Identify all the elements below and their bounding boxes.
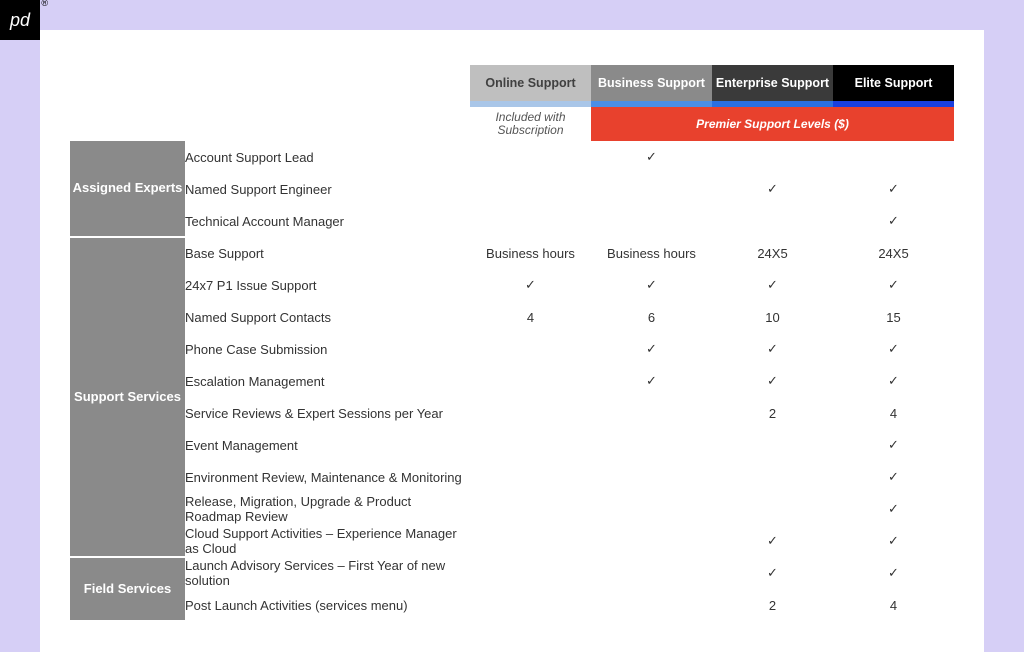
feature-cell: Environment Review, Maintenance & Monito… <box>185 461 470 493</box>
value-cell: ✓ <box>833 493 954 525</box>
value-cell: ✓ <box>591 269 712 301</box>
value-cell <box>712 205 833 237</box>
feature-cell: Account Support Lead <box>185 141 470 173</box>
value-cell: Business hours <box>470 237 591 269</box>
value-cell <box>712 141 833 173</box>
value-cell <box>591 589 712 621</box>
value-cell: ✓ <box>591 333 712 365</box>
category-cell: Support Services <box>70 237 185 557</box>
tier-header-1: Business Support <box>591 65 712 101</box>
value-cell: ✓ <box>712 557 833 589</box>
value-cell <box>712 461 833 493</box>
value-cell <box>712 493 833 525</box>
value-cell: ✓ <box>833 461 954 493</box>
value-cell <box>470 205 591 237</box>
value-cell: ✓ <box>712 525 833 557</box>
value-cell: 10 <box>712 301 833 333</box>
value-cell <box>591 461 712 493</box>
value-cell: ✓ <box>833 333 954 365</box>
value-cell <box>470 397 591 429</box>
value-cell <box>470 429 591 461</box>
value-cell <box>712 429 833 461</box>
value-cell: ✓ <box>833 525 954 557</box>
feature-cell: Technical Account Manager <box>185 205 470 237</box>
value-cell: ✓ <box>833 365 954 397</box>
value-cell: ✓ <box>833 269 954 301</box>
value-cell <box>470 461 591 493</box>
tier-header-0: Online Support <box>470 65 591 101</box>
value-cell <box>470 365 591 397</box>
subheader-included: Included with Subscription <box>470 107 591 141</box>
tier-header-3: Elite Support <box>833 65 954 101</box>
value-cell <box>470 557 591 589</box>
subheader-premier: Premier Support Levels ($) <box>591 107 954 141</box>
value-cell <box>470 141 591 173</box>
value-cell: ✓ <box>712 173 833 205</box>
value-cell: ✓ <box>712 333 833 365</box>
value-cell: 2 <box>712 589 833 621</box>
feature-cell: Named Support Engineer <box>185 173 470 205</box>
feature-cell: Event Management <box>185 429 470 461</box>
feature-cell: Post Launch Activities (services menu) <box>185 589 470 621</box>
value-cell: ✓ <box>591 141 712 173</box>
tier-header-2: Enterprise Support <box>712 65 833 101</box>
value-cell <box>591 429 712 461</box>
comparison-table: Online SupportBusiness SupportEnterprise… <box>70 65 954 622</box>
feature-cell: Base Support <box>185 237 470 269</box>
value-cell: 15 <box>833 301 954 333</box>
value-cell <box>470 493 591 525</box>
value-cell <box>833 141 954 173</box>
category-cell: Field Services <box>70 557 185 621</box>
value-cell <box>591 493 712 525</box>
value-cell <box>591 557 712 589</box>
feature-cell: Launch Advisory Services – First Year of… <box>185 557 470 589</box>
value-cell: 6 <box>591 301 712 333</box>
feature-cell: Named Support Contacts <box>185 301 470 333</box>
feature-cell: 24x7 P1 Issue Support <box>185 269 470 301</box>
feature-cell: Cloud Support Activities – Experience Ma… <box>185 525 470 557</box>
category-cell: Assigned Experts <box>70 141 185 237</box>
value-cell: ✓ <box>833 205 954 237</box>
brand-logo: pd <box>0 0 40 40</box>
value-cell: ✓ <box>833 429 954 461</box>
feature-cell: Release, Migration, Upgrade & Product Ro… <box>185 493 470 525</box>
value-cell: ✓ <box>591 365 712 397</box>
value-cell: 4 <box>470 301 591 333</box>
value-cell: ✓ <box>833 557 954 589</box>
value-cell: 4 <box>833 589 954 621</box>
value-cell <box>591 525 712 557</box>
value-cell <box>591 173 712 205</box>
feature-cell: Escalation Management <box>185 365 470 397</box>
value-cell: ✓ <box>712 365 833 397</box>
value-cell: 24X5 <box>833 237 954 269</box>
feature-cell: Service Reviews & Expert Sessions per Ye… <box>185 397 470 429</box>
value-cell: 2 <box>712 397 833 429</box>
feature-cell: Phone Case Submission <box>185 333 470 365</box>
value-cell: 4 <box>833 397 954 429</box>
value-cell: ✓ <box>833 173 954 205</box>
comparison-sheet: Online SupportBusiness SupportEnterprise… <box>40 30 984 652</box>
value-cell <box>470 333 591 365</box>
value-cell: ✓ <box>712 269 833 301</box>
value-cell <box>470 525 591 557</box>
value-cell: ✓ <box>470 269 591 301</box>
value-cell <box>470 173 591 205</box>
value-cell <box>591 205 712 237</box>
value-cell <box>591 397 712 429</box>
value-cell <box>470 589 591 621</box>
value-cell: 24X5 <box>712 237 833 269</box>
value-cell: Business hours <box>591 237 712 269</box>
